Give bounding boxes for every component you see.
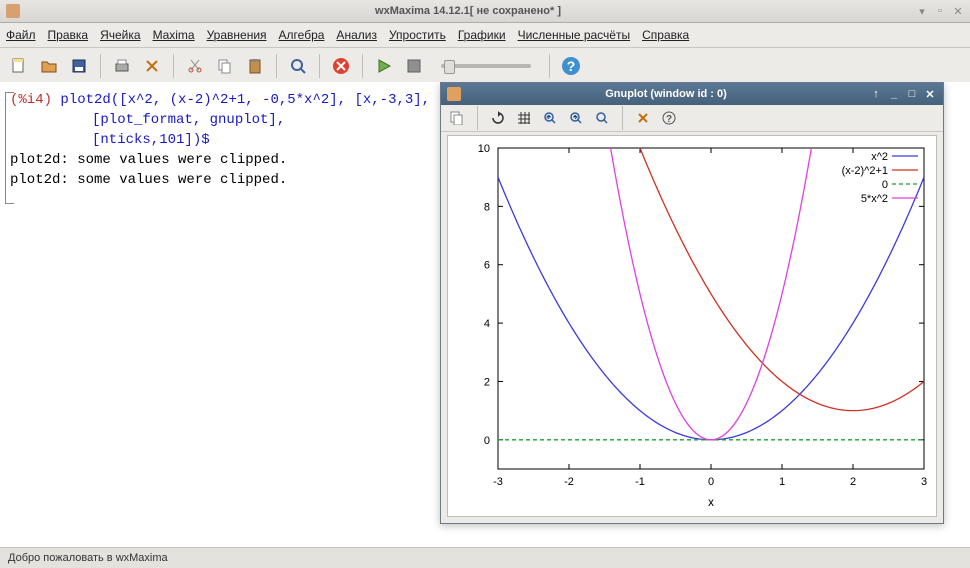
separator (362, 54, 363, 78)
input-line2: [plot_format, gnuplot], (92, 112, 285, 128)
gp-zoom-prev-icon[interactable] (540, 108, 560, 128)
main-titlebar: wxMaxima 14.12.1[ не сохранено* ] ▾ ▫ ✕ (0, 0, 970, 23)
svg-text:-1: -1 (635, 476, 645, 488)
svg-text:2: 2 (850, 476, 856, 488)
separator (622, 106, 623, 130)
gnuplot-toolbar: ? (441, 105, 943, 132)
svg-text:5*x^2: 5*x^2 (861, 193, 888, 205)
gp-config-icon[interactable] (633, 108, 653, 128)
menu-equations[interactable]: Уравнения (207, 28, 267, 42)
stop-icon[interactable] (328, 53, 354, 79)
svg-text:?: ? (666, 114, 672, 125)
input-prompt: (%i4) (10, 92, 52, 108)
separator (477, 106, 478, 130)
svg-text:8: 8 (484, 201, 490, 213)
separator (319, 54, 320, 78)
gp-refresh-icon[interactable] (488, 108, 508, 128)
status-text: Добро пожаловать в wxMaxima (8, 552, 168, 564)
search-icon[interactable] (285, 53, 311, 79)
svg-text:6: 6 (484, 260, 490, 272)
svg-text:(x-2)^2+1: (x-2)^2+1 (842, 165, 888, 177)
paste-icon[interactable] (242, 53, 268, 79)
cut-icon[interactable] (182, 53, 208, 79)
menu-numeric[interactable]: Численные расчёты (518, 28, 631, 42)
gnuplot-plot-area: -3 -2 -1 0 1 2 3 0 2 4 6 8 10 x x^2 (x-2)^2+1 0 5*x^2 (447, 135, 937, 517)
svg-text:0: 0 (708, 476, 714, 488)
svg-text:x: x (708, 495, 714, 509)
gnuplot-titlebar[interactable]: Gnuplot (window id : 0) ↑ _ □ ✕ (441, 83, 943, 105)
open-icon[interactable] (36, 53, 62, 79)
separator (276, 54, 277, 78)
gp-zoom-next-icon[interactable] (566, 108, 586, 128)
menubar: Файл Правка Ячейка Maxima Уравнения Алге… (0, 23, 970, 48)
menu-cell[interactable]: Ячейка (100, 28, 141, 42)
statusbar: Добро пожаловать в wxMaxima (0, 547, 970, 568)
slider[interactable] (441, 64, 531, 68)
svg-text:-3: -3 (493, 476, 503, 488)
save-icon[interactable] (66, 53, 92, 79)
gp-autoscale-icon[interactable] (592, 108, 612, 128)
gp-help-icon[interactable]: ? (659, 108, 679, 128)
menu-edit[interactable]: Правка (48, 28, 89, 42)
gp-grid-icon[interactable] (514, 108, 534, 128)
menu-file[interactable]: Файл (6, 28, 36, 42)
run-icon[interactable] (371, 53, 397, 79)
app-icon (6, 4, 20, 18)
svg-text:?: ? (567, 58, 576, 74)
new-icon[interactable] (6, 53, 32, 79)
toolbar: ? (0, 48, 970, 85)
print-icon[interactable] (109, 53, 135, 79)
menu-algebra[interactable]: Алгебра (279, 28, 325, 42)
svg-text:3: 3 (921, 476, 927, 488)
gnuplot-maximize-button[interactable]: □ (905, 87, 919, 101)
run-all-icon[interactable] (401, 53, 427, 79)
separator (173, 54, 174, 78)
gnuplot-icon (447, 87, 461, 101)
separator (549, 54, 550, 78)
menu-help[interactable]: Справка (642, 28, 689, 42)
gnuplot-window[interactable]: Gnuplot (window id : 0) ↑ _ □ ✕ ? -3 -2 -1… (440, 82, 944, 524)
gp-copy-icon[interactable] (447, 108, 467, 128)
svg-text:10: 10 (478, 143, 490, 155)
help-icon[interactable]: ? (558, 53, 584, 79)
copy-icon[interactable] (212, 53, 238, 79)
svg-text:1: 1 (779, 476, 785, 488)
minimize-button[interactable]: ▾ (916, 5, 928, 17)
separator (100, 54, 101, 78)
svg-text:x^2: x^2 (871, 151, 888, 163)
svg-text:-2: -2 (564, 476, 574, 488)
cell-bracket[interactable] (5, 92, 14, 204)
window-title: wxMaxima 14.12.1[ не сохранено* ] (26, 5, 910, 17)
menu-simplify[interactable]: Упростить (389, 28, 446, 42)
svg-text:0: 0 (882, 179, 888, 191)
input-line3: [nticks,101])$ (92, 132, 210, 148)
svg-text:0: 0 (484, 435, 490, 447)
svg-text:4: 4 (484, 318, 490, 330)
document-area[interactable]: (%i4) plot2d([x^2, (x-2)^2+1, -0,5*x^2],… (0, 82, 970, 548)
gnuplot-pin-button[interactable]: ↑ (869, 87, 883, 101)
menu-maxima[interactable]: Maxima (153, 28, 195, 42)
menu-analysis[interactable]: Анализ (336, 28, 377, 42)
gnuplot-minimize-button[interactable]: _ (887, 87, 901, 101)
menu-graphics[interactable]: Графики (458, 28, 506, 42)
maximize-button[interactable]: ▫ (934, 5, 946, 17)
close-button[interactable]: ✕ (952, 5, 964, 17)
gnuplot-close-button[interactable]: ✕ (923, 87, 937, 101)
svg-text:2: 2 (484, 376, 490, 388)
options-icon[interactable] (139, 53, 165, 79)
gnuplot-title: Gnuplot (window id : 0) (467, 88, 865, 100)
